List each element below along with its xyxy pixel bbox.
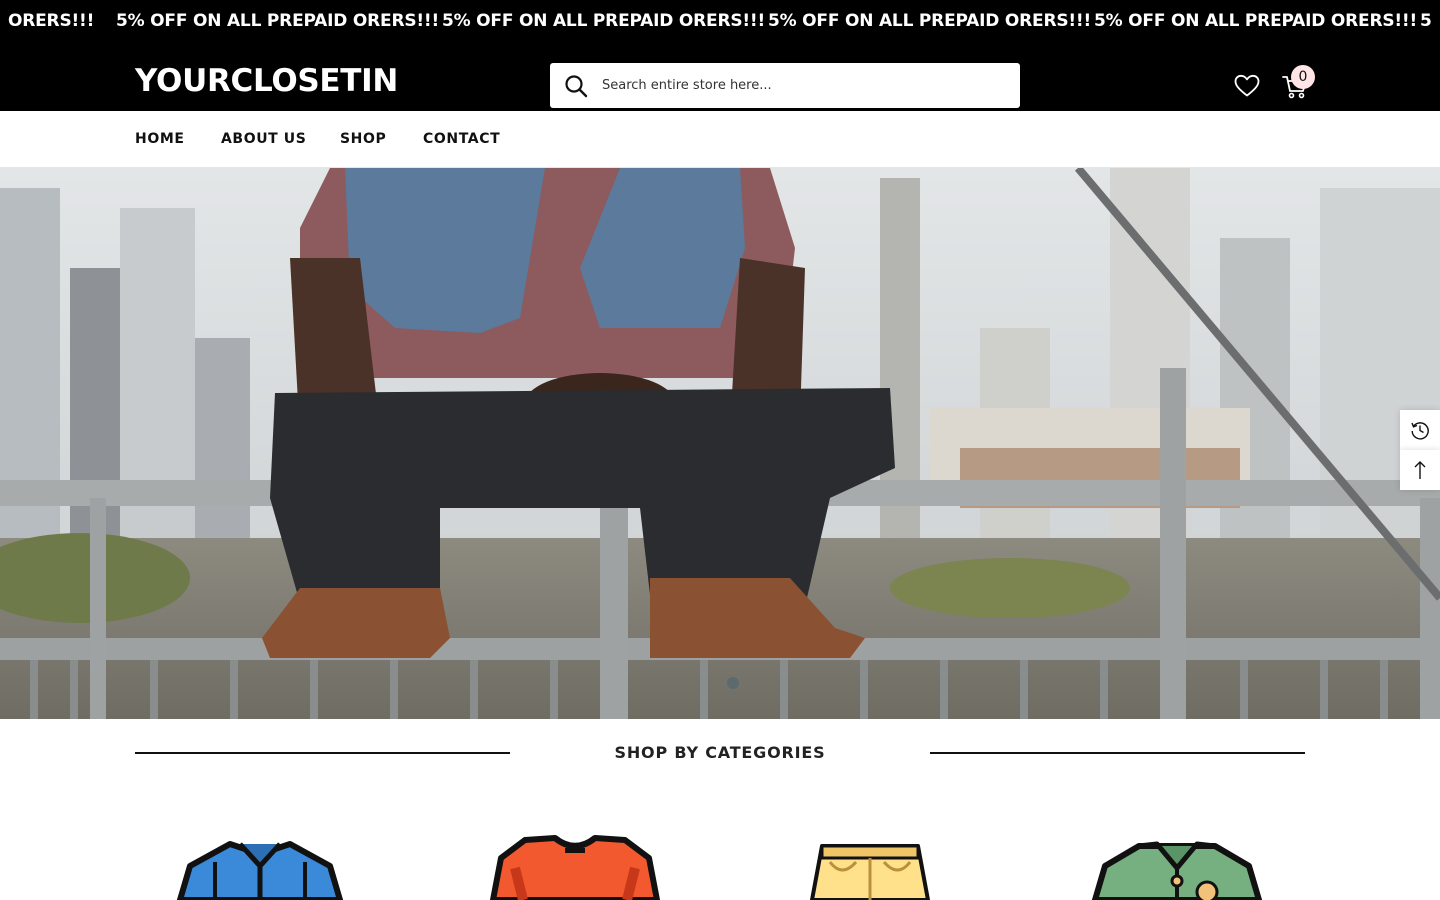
category-card-jackets[interactable]: [1077, 826, 1277, 900]
recently-viewed-button[interactable]: [1400, 410, 1440, 450]
category-card-shirts[interactable]: [160, 826, 360, 900]
back-to-top-button[interactable]: [1400, 450, 1440, 490]
category-card-tshirts[interactable]: [475, 826, 675, 900]
tshirt-icon: [490, 835, 660, 900]
shorts-icon: [810, 844, 930, 900]
search-input[interactable]: [602, 63, 1002, 108]
announcement-text: 5: [1420, 11, 1432, 31]
back-to-top-icon: [1414, 461, 1426, 479]
announcement-text: 5% OFF ON ALL PREPAID ORERS!!!: [116, 11, 440, 31]
announcement-text: 5% OFF ON ALL PREPAID ORERS!!!: [768, 11, 1092, 31]
category-card-shorts[interactable]: [770, 826, 970, 900]
slider-dot[interactable]: [727, 677, 739, 689]
recently-viewed-icon: [1411, 422, 1429, 440]
nav-item-contact[interactable]: CONTACT: [423, 130, 500, 148]
site-header: YOURCLOSETIN 0: [0, 42, 1440, 111]
announcement-text: 5% OFF ON ALL PREPAID ORERS!!!: [1094, 11, 1418, 31]
hero-banner[interactable]: [0, 168, 1440, 719]
section-divider-left: [135, 752, 510, 754]
nav-item-shop[interactable]: SHOP: [340, 130, 386, 148]
announcement-text: ORERS!!!: [8, 11, 95, 31]
announcement-bar: ORERS!!! 5% OFF ON ALL PREPAID ORERS!!! …: [0, 0, 1440, 42]
nav-item-about-us[interactable]: ABOUT US: [221, 130, 306, 148]
hero-image: [0, 168, 1440, 719]
search-bar[interactable]: [550, 63, 1020, 108]
heart-icon[interactable]: [1234, 74, 1260, 98]
section-title: SHOP BY CATEGORIES: [614, 743, 826, 762]
shirt-icon: [177, 841, 343, 900]
main-nav: HOME ABOUT US SHOP CONTACT: [0, 111, 1440, 168]
jacket-icon: [1092, 841, 1262, 900]
site-logo[interactable]: YOURCLOSETIN: [135, 63, 398, 99]
announcement-text: 5% OFF ON ALL PREPAID ORERS!!!: [442, 11, 766, 31]
section-divider-right: [930, 752, 1305, 754]
nav-item-home[interactable]: HOME: [135, 130, 185, 148]
search-icon[interactable]: [564, 74, 588, 98]
cart-count-badge[interactable]: 0: [1291, 65, 1315, 89]
